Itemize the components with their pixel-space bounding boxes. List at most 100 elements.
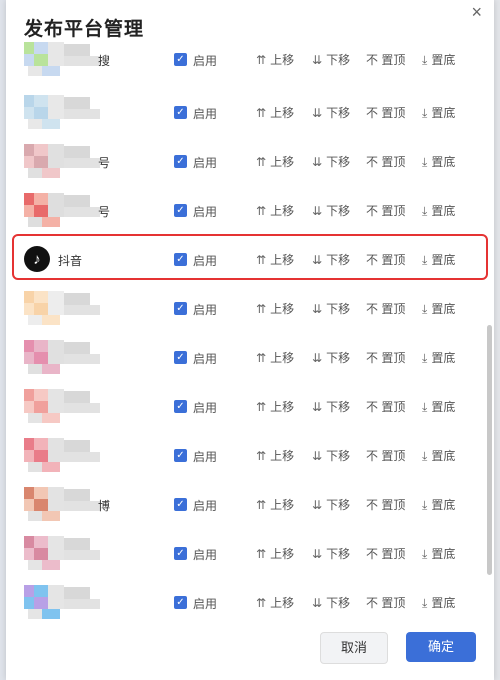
confirm-button[interactable]: 确定 [406, 632, 476, 662]
pixelated-logo [34, 499, 48, 511]
close-icon[interactable]: × [471, 2, 482, 23]
pixelated-logo [24, 291, 34, 303]
pin-bottom-button[interactable]: ⤓ 置底 [422, 349, 455, 366]
pixelated-logo [64, 207, 100, 217]
move-up-button[interactable]: ⇈ 上移 [256, 594, 294, 611]
pin-top-button[interactable]: 不 置顶 [366, 398, 405, 415]
enable-checkbox[interactable]: ✓ [174, 53, 187, 66]
pixelated-logo [24, 54, 34, 66]
pin-top-button[interactable]: 不 置顶 [366, 202, 405, 219]
pixelated-logo [24, 450, 34, 462]
action-label: 下移 [326, 449, 351, 463]
action-label: 不 置顶 [366, 204, 406, 218]
pixelated-logo [24, 107, 34, 119]
enable-checkbox[interactable]: ✓ [174, 547, 187, 560]
pixelated-logo [48, 499, 64, 511]
pixelated-logo [64, 354, 100, 364]
pin-bottom-button[interactable]: ⤓ 置底 [422, 594, 455, 611]
move-up-button[interactable]: ⇈ 上移 [256, 349, 294, 366]
pixelated-logo [64, 195, 90, 207]
pin-top-button[interactable]: 不 置顶 [366, 545, 405, 562]
enable-checkbox[interactable]: ✓ [174, 351, 187, 364]
move-down-button[interactable]: ⇊ 下移 [312, 594, 350, 611]
move-up-button[interactable]: ⇈ 上移 [256, 496, 294, 513]
move-down-icon: ⇊ [312, 204, 323, 218]
pixelated-logo [64, 440, 90, 452]
platform-row: ✓ 启用 ⇈ 上移 ⇊ 下移 不 置顶 ⤓ 置底 [6, 334, 494, 383]
pin-bottom-button[interactable]: ⤓ 置底 [422, 447, 455, 464]
pin-bottom-button[interactable]: ⤓ 置底 [422, 300, 455, 317]
pixelated-logo [64, 56, 100, 66]
enable-checkbox[interactable]: ✓ [174, 596, 187, 609]
action-label: 置底 [431, 498, 456, 512]
move-down-button[interactable]: ⇊ 下移 [312, 202, 350, 219]
scrollbar[interactable] [487, 325, 492, 575]
pin-top-button[interactable]: 不 置顶 [366, 447, 405, 464]
platform-row: ✓ 启用 ⇈ 上移 ⇊ 下移 不 置顶 ⤓ 置底 [6, 530, 494, 579]
move-up-button[interactable]: ⇈ 上移 [256, 447, 294, 464]
move-up-button[interactable]: ⇈ 上移 [256, 398, 294, 415]
pin-bottom-button[interactable]: ⤓ 置底 [422, 398, 455, 415]
pixelated-logo [34, 193, 48, 205]
pin-bottom-button[interactable]: ⤓ 置底 [422, 496, 455, 513]
platform-row: 号 ✓ 启用 ⇈ 上移 ⇊ 下移 不 置顶 ⤓ 置底 [6, 138, 494, 187]
pin-top-button[interactable]: 不 置顶 [366, 496, 405, 513]
pixelated-logo [64, 97, 90, 109]
move-down-button[interactable]: ⇊ 下移 [312, 496, 350, 513]
pixelated-logo [24, 352, 34, 364]
pixelated-logo [42, 511, 60, 521]
enable-checkbox[interactable]: ✓ [174, 449, 187, 462]
move-down-button[interactable]: ⇊ 下移 [312, 349, 350, 366]
enable-checkbox[interactable]: ✓ [174, 302, 187, 315]
action-label: 不 置顶 [366, 596, 406, 610]
enable-checkbox[interactable]: ✓ [174, 106, 187, 119]
action-label: 不 置顶 [366, 400, 406, 414]
action-label: 不 置顶 [366, 302, 406, 316]
pin-bottom-button[interactable]: ⤓ 置底 [422, 202, 455, 219]
pin-bottom-button[interactable]: ⤓ 置底 [422, 51, 455, 68]
move-up-button[interactable]: ⇈ 上移 [256, 153, 294, 170]
pixelated-logo [24, 597, 34, 609]
pin-top-button[interactable]: 不 置顶 [366, 51, 405, 68]
move-down-button[interactable]: ⇊ 下移 [312, 51, 350, 68]
pixelated-logo [48, 401, 64, 413]
enable-checkbox[interactable]: ✓ [174, 498, 187, 511]
pin-bottom-button[interactable]: ⤓ 置底 [422, 104, 455, 121]
pin-bottom-button[interactable]: ⤓ 置底 [422, 545, 455, 562]
move-up-button[interactable]: ⇈ 上移 [256, 202, 294, 219]
action-label: 上移 [270, 53, 295, 67]
pin-top-button[interactable]: 不 置顶 [366, 594, 405, 611]
move-down-button[interactable]: ⇊ 下移 [312, 398, 350, 415]
move-up-icon: ⇈ [256, 106, 267, 120]
pixelated-logo [64, 452, 100, 462]
move-down-button[interactable]: ⇊ 下移 [312, 300, 350, 317]
move-up-button[interactable]: ⇈ 上移 [256, 104, 294, 121]
pixelated-logo [42, 168, 60, 178]
enable-checkbox[interactable]: ✓ [174, 204, 187, 217]
move-down-icon: ⇊ [312, 400, 323, 414]
pin-bottom-icon: ⤓ [422, 106, 428, 120]
move-down-button[interactable]: ⇊ 下移 [312, 545, 350, 562]
pixelated-logo [48, 536, 64, 548]
pin-top-button[interactable]: 不 置顶 [366, 153, 405, 170]
pin-top-button[interactable]: 不 置顶 [366, 300, 405, 317]
pixelated-logo [24, 438, 34, 450]
move-down-button[interactable]: ⇊ 下移 [312, 104, 350, 121]
move-down-button[interactable]: ⇊ 下移 [312, 153, 350, 170]
enable-checkbox[interactable]: ✓ [174, 400, 187, 413]
enable-checkbox[interactable]: ✓ [174, 155, 187, 168]
cancel-button[interactable]: 取消 [320, 632, 388, 664]
move-up-button[interactable]: ⇈ 上移 [256, 51, 294, 68]
pixelated-logo [34, 536, 48, 548]
pin-bottom-button[interactable]: ⤓ 置底 [422, 153, 455, 170]
pin-top-button[interactable]: 不 置顶 [366, 104, 405, 121]
action-label: 置底 [431, 547, 456, 561]
action-label: 置底 [431, 204, 456, 218]
move-up-button[interactable]: ⇈ 上移 [256, 545, 294, 562]
move-down-button[interactable]: ⇊ 下移 [312, 447, 350, 464]
platform-row: ✓ 启用 ⇈ 上移 ⇊ 下移 不 置顶 ⤓ 置底 [6, 383, 494, 432]
pin-top-button[interactable]: 不 置顶 [366, 349, 405, 366]
pixelated-logo [34, 42, 48, 54]
platform-name-fragment: 号 [98, 156, 111, 170]
move-up-button[interactable]: ⇈ 上移 [256, 300, 294, 317]
